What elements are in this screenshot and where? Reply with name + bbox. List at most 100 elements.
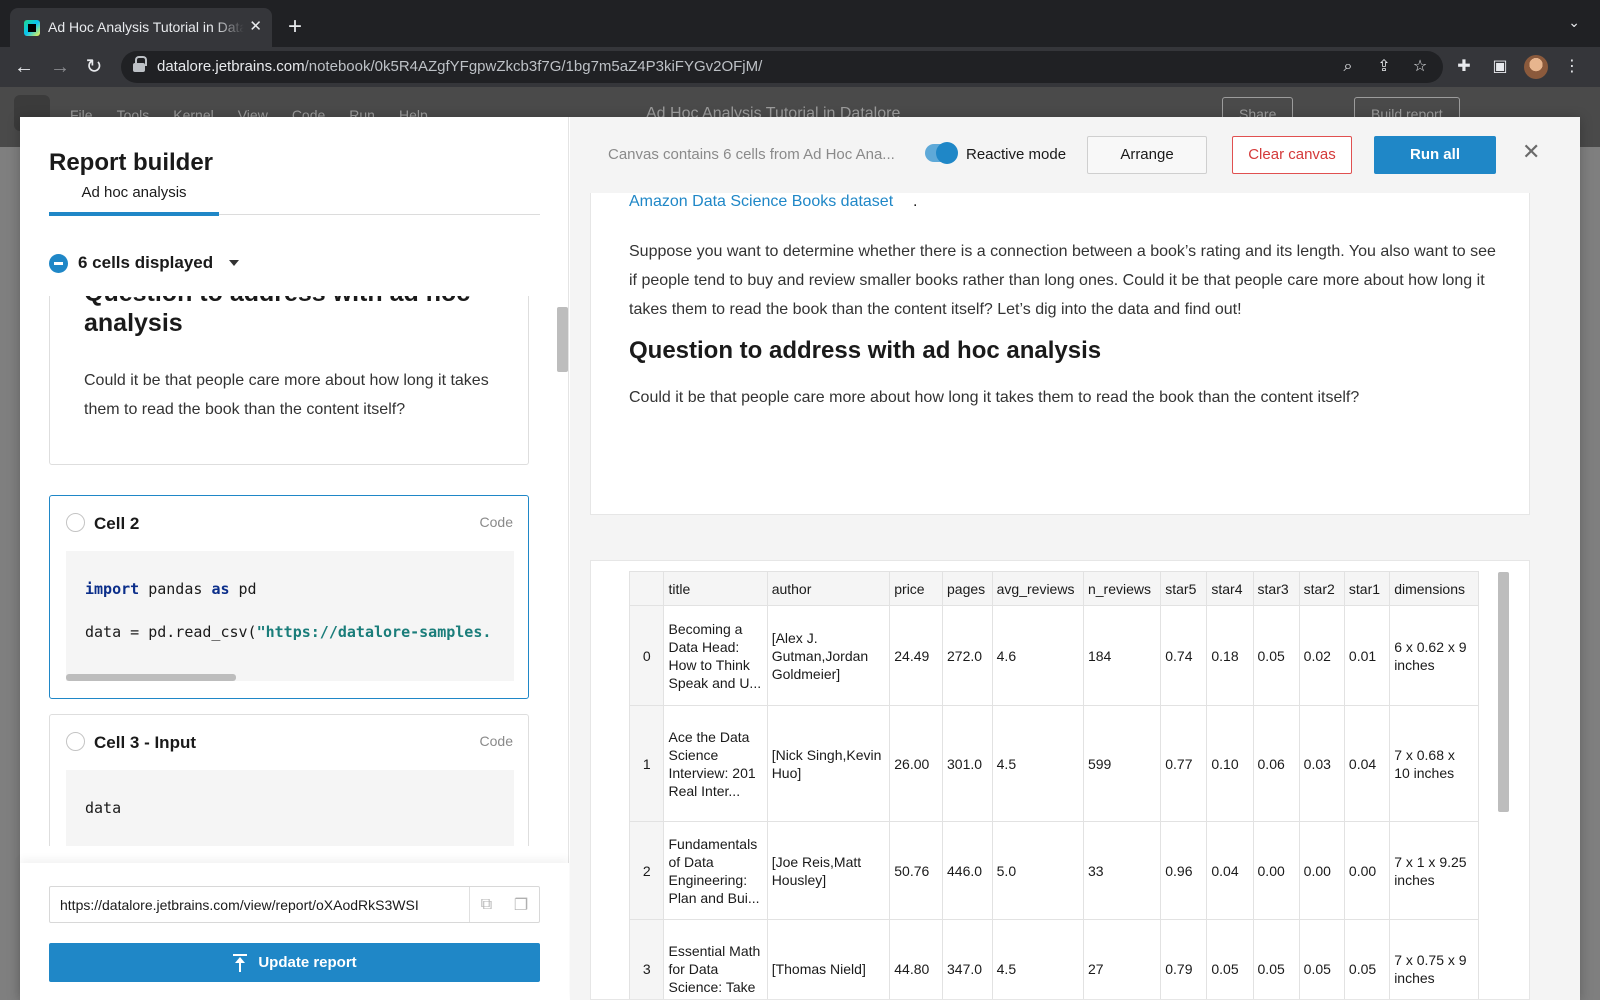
intro-paragraph: Suppose you want to determine whether th…: [629, 243, 1496, 318]
column-header[interactable]: author: [766, 571, 891, 606]
table-cell: 0.04: [1343, 705, 1391, 822]
table-cell: 0.05: [1252, 605, 1300, 706]
cell-card-3[interactable]: Cell 3 - Input Code data: [49, 714, 529, 846]
table-row: 3 Essential Math for Data Science: Take …: [629, 919, 1479, 999]
browser-tab[interactable]: Ad Hoc Analysis Tutorial in Datalore ✕: [10, 8, 272, 47]
canvas-heading: Question to address with ad hoc analysis: [629, 337, 1102, 364]
cell-name: Cell 3 - Input: [94, 733, 196, 752]
run-all-button[interactable]: Run all: [1374, 136, 1496, 174]
table-cell: 599: [1082, 705, 1162, 822]
address-bar[interactable]: datalore.jetbrains.com/notebook/0k5R4AZg…: [121, 51, 1443, 83]
cell-card-1[interactable]: Question to address with ad hoc analysis…: [49, 296, 529, 465]
table-cell: [Thomas Nield]: [766, 919, 891, 999]
update-report-label: Update report: [258, 954, 357, 971]
table-cell: 7 x 0.75 x 9 inches: [1389, 919, 1479, 999]
table-cell: 44.80: [889, 919, 943, 999]
column-header[interactable]: avg_reviews: [991, 571, 1084, 606]
deselect-all-icon[interactable]: [49, 253, 68, 273]
cell-type-label: Code: [479, 733, 513, 749]
canvas-question: Could it be that people care more about …: [629, 389, 1360, 406]
report-link-text: https://datalore.jetbrains.com/view/repo…: [60, 897, 419, 913]
column-header[interactable]: star5: [1160, 571, 1208, 606]
column-header[interactable]: n_reviews: [1082, 571, 1162, 606]
reload-icon[interactable]: ↻: [82, 55, 106, 79]
table-cell: 0.03: [1298, 705, 1345, 822]
canvas-table-cell[interactable]: title author price pages avg_reviews n_r…: [590, 560, 1530, 1000]
table-cell: 27: [1082, 919, 1162, 999]
code-line: data: [85, 799, 122, 817]
table-cell: 0.05: [1298, 919, 1345, 999]
cell-text: Could it be that people care more about …: [84, 372, 489, 418]
code-line: import pandas as pd: [85, 580, 257, 598]
table-cell: 301.0: [942, 705, 993, 822]
table-header-row: title author price pages avg_reviews n_r…: [629, 571, 1479, 606]
cell-select-radio[interactable]: [66, 732, 85, 751]
back-icon[interactable]: ←: [12, 55, 36, 79]
table-cell: 26.00: [889, 705, 943, 822]
table-cell: 0.05: [1252, 919, 1300, 999]
table-cell: 33: [1082, 821, 1162, 920]
cells-displayed-label: 6 cells displayed: [78, 253, 214, 272]
tab-search-chevron-icon[interactable]: ⌄: [1568, 14, 1580, 31]
report-builder-title: Report builder: [49, 149, 214, 176]
cell-name: Cell 2: [94, 514, 140, 533]
table-cell: 50.76: [889, 821, 943, 920]
bookmark-star-icon[interactable]: ☆: [1409, 56, 1431, 78]
column-header[interactable]: pages: [942, 571, 993, 606]
canvas-markdown-cell[interactable]: Amazon Data Science Books dataset. Suppo…: [590, 193, 1530, 515]
table-row: 2 Fundamentals of Data Engineering: Plan…: [629, 821, 1479, 920]
cell-card-2[interactable]: Cell 2 Code import pandas as pd data = p…: [49, 495, 529, 699]
zoom-icon[interactable]: ⌕: [1337, 56, 1359, 78]
table-cell: 3: [629, 919, 665, 999]
table-cell: 347.0: [942, 919, 993, 999]
reactive-mode-toggle[interactable]: [925, 142, 958, 164]
clear-canvas-button[interactable]: Clear canvas: [1232, 136, 1352, 174]
lock-icon: [133, 56, 147, 72]
share-page-icon[interactable]: ⇪: [1373, 56, 1395, 78]
tab-ad-hoc-analysis[interactable]: Ad hoc analysis: [49, 180, 219, 216]
profile-avatar[interactable]: [1524, 55, 1548, 79]
table-cell: [Joe Reis,Matt Housley]: [766, 821, 891, 920]
column-header[interactable]: star4: [1206, 571, 1254, 606]
report-canvas: Canvas contains 6 cells from Ad Hoc Ana.…: [570, 117, 1580, 1000]
table-cell: 4.6: [991, 605, 1084, 706]
cells-list-scrollbar[interactable]: [557, 307, 568, 372]
new-tab-icon[interactable]: +: [288, 14, 302, 40]
dataset-link[interactable]: Amazon Data Science Books dataset: [629, 193, 893, 211]
column-header[interactable]: price: [889, 571, 943, 606]
code-line: data = pd.read_csv("https://datalore-sam…: [85, 623, 492, 641]
extensions-icon[interactable]: ✚: [1452, 55, 1476, 79]
copy-icon[interactable]: ❐: [514, 895, 528, 915]
table-cell: 7 x 0.68 x 10 inches: [1389, 705, 1479, 822]
table-scrollbar[interactable]: [1498, 572, 1509, 812]
table-row: 0 Becoming a Data Head: How to Think Spe…: [629, 605, 1479, 706]
arrange-button[interactable]: Arrange: [1087, 136, 1207, 174]
datalore-favicon-icon: [24, 20, 40, 36]
table-cell: 4.5: [991, 919, 1084, 999]
report-link-field[interactable]: https://datalore.jetbrains.com/view/repo…: [49, 886, 540, 923]
forward-icon[interactable]: →: [48, 55, 72, 79]
table-cell: 0.18: [1206, 605, 1254, 706]
table-cell: 0.96: [1160, 821, 1208, 920]
column-header[interactable]: star3: [1252, 571, 1300, 606]
table-cell: 0.74: [1160, 605, 1208, 706]
chrome-menu-icon[interactable]: ⋮: [1560, 55, 1584, 79]
column-header[interactable]: title: [663, 571, 768, 606]
column-header[interactable]: star1: [1343, 571, 1391, 606]
column-header[interactable]: dimensions: [1389, 571, 1479, 606]
dataframe-table: title author price pages avg_reviews n_r…: [629, 571, 1479, 999]
close-icon[interactable]: ✕: [1522, 139, 1540, 165]
update-report-button[interactable]: Update report: [49, 943, 540, 982]
cell-select-radio[interactable]: [66, 513, 85, 532]
tab-close-icon[interactable]: ✕: [249, 18, 262, 36]
table-cell: 0.05: [1206, 919, 1254, 999]
column-header[interactable]: star2: [1298, 571, 1345, 606]
cells-displayed-dropdown[interactable]: 6 cells displayed: [49, 253, 240, 273]
table-cell: 0.01: [1343, 605, 1391, 706]
column-header[interactable]: [629, 571, 665, 606]
code-horizontal-scrollbar[interactable]: [66, 674, 236, 681]
report-footer: https://datalore.jetbrains.com/view/repo…: [20, 863, 569, 1000]
table-cell: 1: [629, 705, 665, 822]
open-external-icon[interactable]: ⧉: [481, 896, 492, 914]
side-panel-icon[interactable]: ▣: [1488, 55, 1512, 79]
